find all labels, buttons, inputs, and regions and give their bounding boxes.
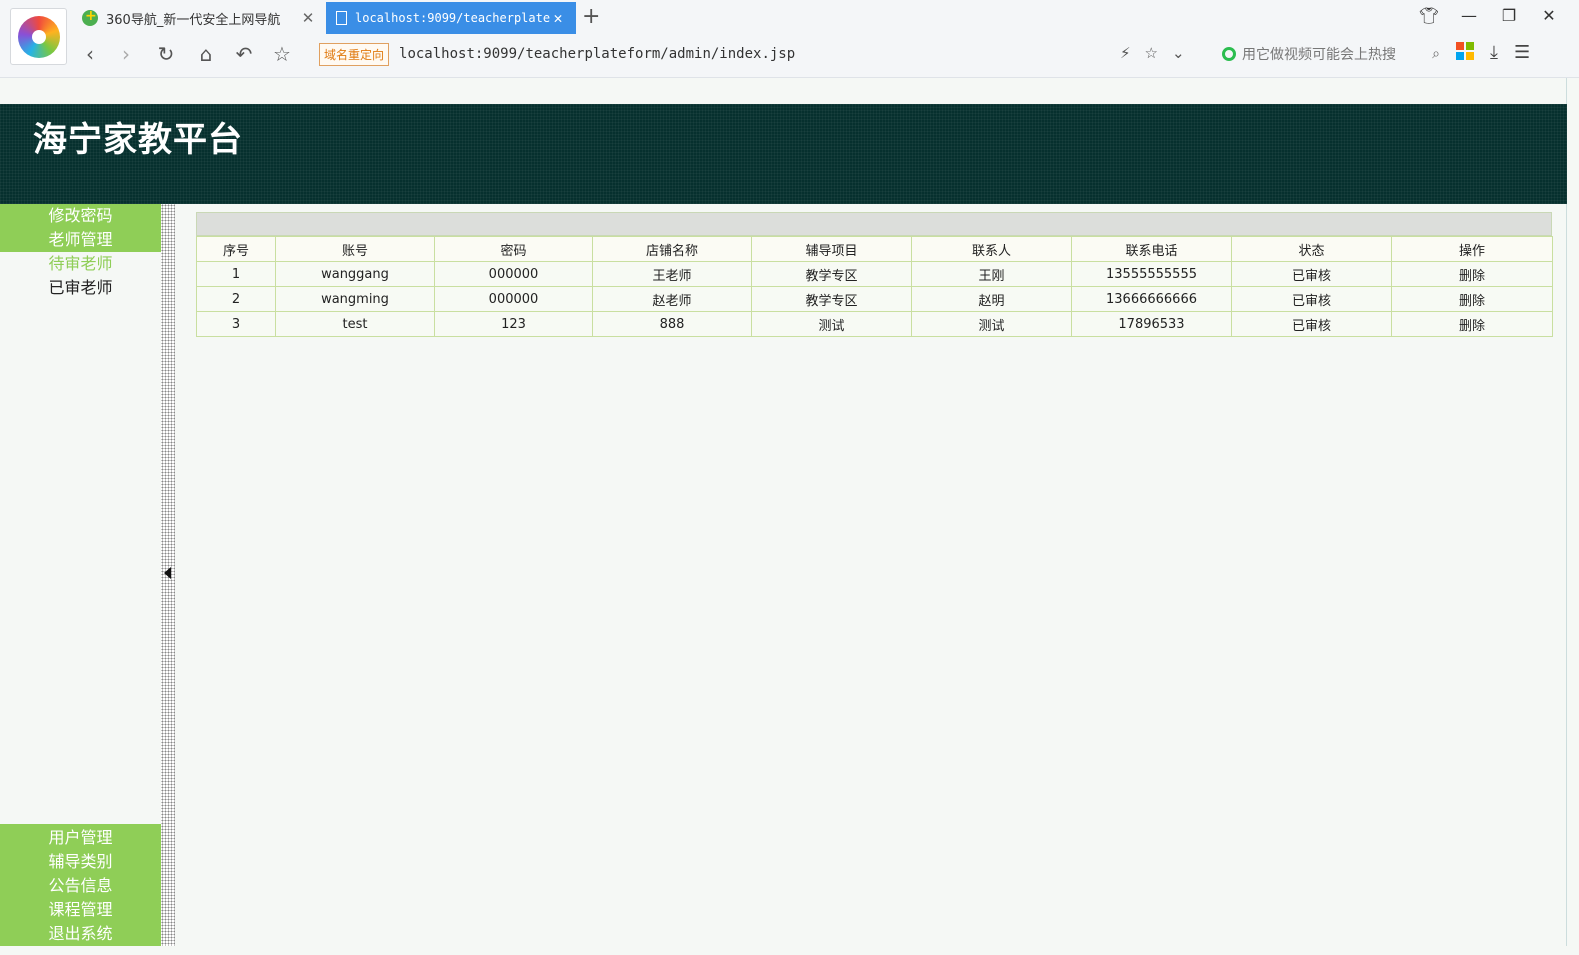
sidebar-item-approved-teachers[interactable]: 已审老师 [0, 276, 161, 300]
table-cell: 王老师 [592, 261, 752, 287]
download-icon[interactable]: ⤓ [1490, 42, 1498, 63]
window-controls: 👕︎ — ❐ ✕ [1409, 6, 1569, 25]
column-header: 密码 [434, 236, 593, 262]
table-cell: wangming [275, 286, 435, 312]
sidebar-item-change-password[interactable]: 修改密码 [0, 204, 161, 228]
tab-localhost[interactable]: localhost:9099/teacherplatef ✕ [326, 2, 576, 34]
sidebar-item-teacher-management[interactable]: 老师管理 [0, 228, 161, 252]
column-header: 账号 [275, 236, 435, 262]
column-header: 状态 [1231, 236, 1392, 262]
url-text[interactable]: localhost:9099/teacherplateform/admin/in… [399, 46, 795, 62]
table-cell: 已审核 [1231, 286, 1392, 312]
sidebar-item-tutoring-categories[interactable]: 辅导类别 [0, 850, 161, 874]
table-cell: test [275, 311, 435, 337]
column-header: 店铺名称 [592, 236, 752, 262]
site-header: 海宁家教平台 [0, 104, 1567, 204]
table-cell: 123 [434, 311, 593, 337]
page-viewport: 海宁家教平台 修改密码 老师管理 待审老师 已审老师 用户管理 辅导类别 公告信… [0, 78, 1567, 946]
table-row: 2 wangming 000000 赵老师 教学专区 赵明 1366666666… [196, 286, 1553, 312]
sidebar-bottom-group: 用户管理 辅导类别 公告信息 课程管理 退出系统 [0, 824, 161, 946]
navigation-toolbar: ‹ › ↻ ⌂ ↶ ☆ 域名重定向 localhost:9099/teacher… [72, 34, 1579, 74]
tab-title: localhost:9099/teacherplatef [355, 11, 550, 25]
table-cell: 王刚 [911, 261, 1072, 287]
table-cell: 1 [196, 261, 276, 287]
column-header: 联系电话 [1071, 236, 1232, 262]
sidebar-top-group: 修改密码 老师管理 [0, 204, 161, 252]
star-icon[interactable]: ☆ [268, 40, 296, 68]
360-search-icon [1222, 47, 1236, 61]
table-row: 1 wanggang 000000 王老师 教学专区 王刚 1355555555… [196, 261, 1553, 287]
table-cell: 已审核 [1231, 261, 1392, 287]
forward-icon[interactable]: › [112, 40, 140, 68]
delete-link[interactable]: 删除 [1391, 261, 1553, 287]
table-row: 3 test 123 888 测试 测试 17896533 已审核 删除 [196, 311, 1553, 337]
table-cell: 已审核 [1231, 311, 1392, 337]
table-header-row: 序号 账号 密码 店铺名称 辅导项目 联系人 联系电话 状态 操作 [196, 236, 1553, 262]
tab-360-nav[interactable]: 360导航_新一代安全上网导航 ✕ [72, 2, 326, 34]
search-icon[interactable]: ⌕ [1432, 46, 1440, 62]
delete-link[interactable]: 删除 [1391, 286, 1553, 312]
redirect-badge[interactable]: 域名重定向 [319, 42, 390, 66]
table-cell: 2 [196, 286, 276, 312]
table-cell: wanggang [275, 261, 435, 287]
teacher-table: 序号 账号 密码 店铺名称 辅导项目 联系人 联系电话 状态 操作 1 wang… [196, 236, 1553, 337]
chevron-down-icon[interactable]: ⌄ [1172, 44, 1185, 62]
restore-icon[interactable]: ❐ [1489, 6, 1529, 25]
table-cell: 13555555555 [1071, 261, 1232, 287]
close-icon[interactable]: ✕ [550, 9, 566, 27]
360-favicon-icon [82, 8, 98, 26]
home-icon[interactable]: ⌂ [192, 40, 220, 68]
apps-grid-icon[interactable] [1456, 42, 1474, 60]
menu-icon[interactable]: ☰ [1514, 42, 1530, 63]
right-toolbar: ⤓ ☰ [1456, 42, 1530, 63]
reload-icon[interactable]: ↻ [152, 40, 180, 68]
collapse-arrow-icon[interactable] [164, 567, 171, 579]
table-cell: 13666666666 [1071, 286, 1232, 312]
address-bar-icons: ⚡︎ ☆ ⌄ [1120, 44, 1185, 62]
search-box[interactable]: 用它做视频可能会上热搜 ⌕ [1222, 40, 1440, 68]
table-cell: 赵老师 [592, 286, 752, 312]
search-placeholder: 用它做视频可能会上热搜 [1242, 47, 1396, 63]
main-content: 序号 账号 密码 店铺名称 辅导项目 联系人 联系电话 状态 操作 1 wang… [196, 212, 1553, 337]
address-bar[interactable]: 域名重定向 localhost:9099/teacherplateform/ad… [319, 39, 1209, 69]
column-header: 联系人 [911, 236, 1072, 262]
table-cell: 000000 [434, 286, 593, 312]
close-icon[interactable]: ✕ [300, 9, 316, 27]
column-header: 辅导项目 [751, 236, 912, 262]
table-cell: 000000 [434, 261, 593, 287]
browser-logo-icon[interactable] [10, 8, 67, 65]
sidebar: 修改密码 老师管理 待审老师 已审老师 用户管理 辅导类别 公告信息 课程管理 … [0, 204, 161, 946]
tab-title: 360导航_新一代安全上网导航 [106, 12, 281, 28]
column-header: 序号 [196, 236, 276, 262]
table-cell: 测试 [751, 311, 912, 337]
close-window-icon[interactable]: ✕ [1529, 6, 1569, 25]
lightning-icon[interactable]: ⚡︎ [1120, 44, 1131, 62]
back-icon[interactable]: ‹ [76, 40, 104, 68]
sidebar-item-announcements[interactable]: 公告信息 [0, 874, 161, 898]
sidebar-item-pending-teachers[interactable]: 待审老师 [0, 252, 161, 276]
undo-icon[interactable]: ↶ [230, 40, 258, 68]
delete-link[interactable]: 删除 [1391, 311, 1553, 337]
tab-bar: 360导航_新一代安全上网导航 ✕ localhost:9099/teacher… [72, 0, 1579, 34]
sidebar-item-logout[interactable]: 退出系统 [0, 922, 161, 946]
table-cell: 教学专区 [751, 261, 912, 287]
sidebar-item-user-management[interactable]: 用户管理 [0, 826, 161, 850]
table-cell: 3 [196, 311, 276, 337]
table-cell: 教学专区 [751, 286, 912, 312]
bookmark-star-icon[interactable]: ☆ [1145, 44, 1158, 62]
table-cell: 测试 [911, 311, 1072, 337]
page-favicon-icon [336, 11, 347, 25]
sidebar-splitter[interactable] [161, 204, 175, 946]
table-cell: 赵明 [911, 286, 1072, 312]
minimize-icon[interactable]: — [1449, 6, 1489, 25]
browser-chrome: 360导航_新一代安全上网导航 ✕ localhost:9099/teacher… [0, 0, 1579, 78]
table-cell: 17896533 [1071, 311, 1232, 337]
table-cell: 888 [592, 311, 752, 337]
content-title-bar [196, 212, 1552, 236]
column-header: 操作 [1391, 236, 1553, 262]
site-title: 海宁家教平台 [33, 120, 243, 160]
sidebar-item-course-management[interactable]: 课程管理 [0, 898, 161, 922]
skin-icon[interactable]: 👕︎ [1409, 6, 1449, 25]
new-tab-button[interactable]: + [582, 4, 600, 29]
